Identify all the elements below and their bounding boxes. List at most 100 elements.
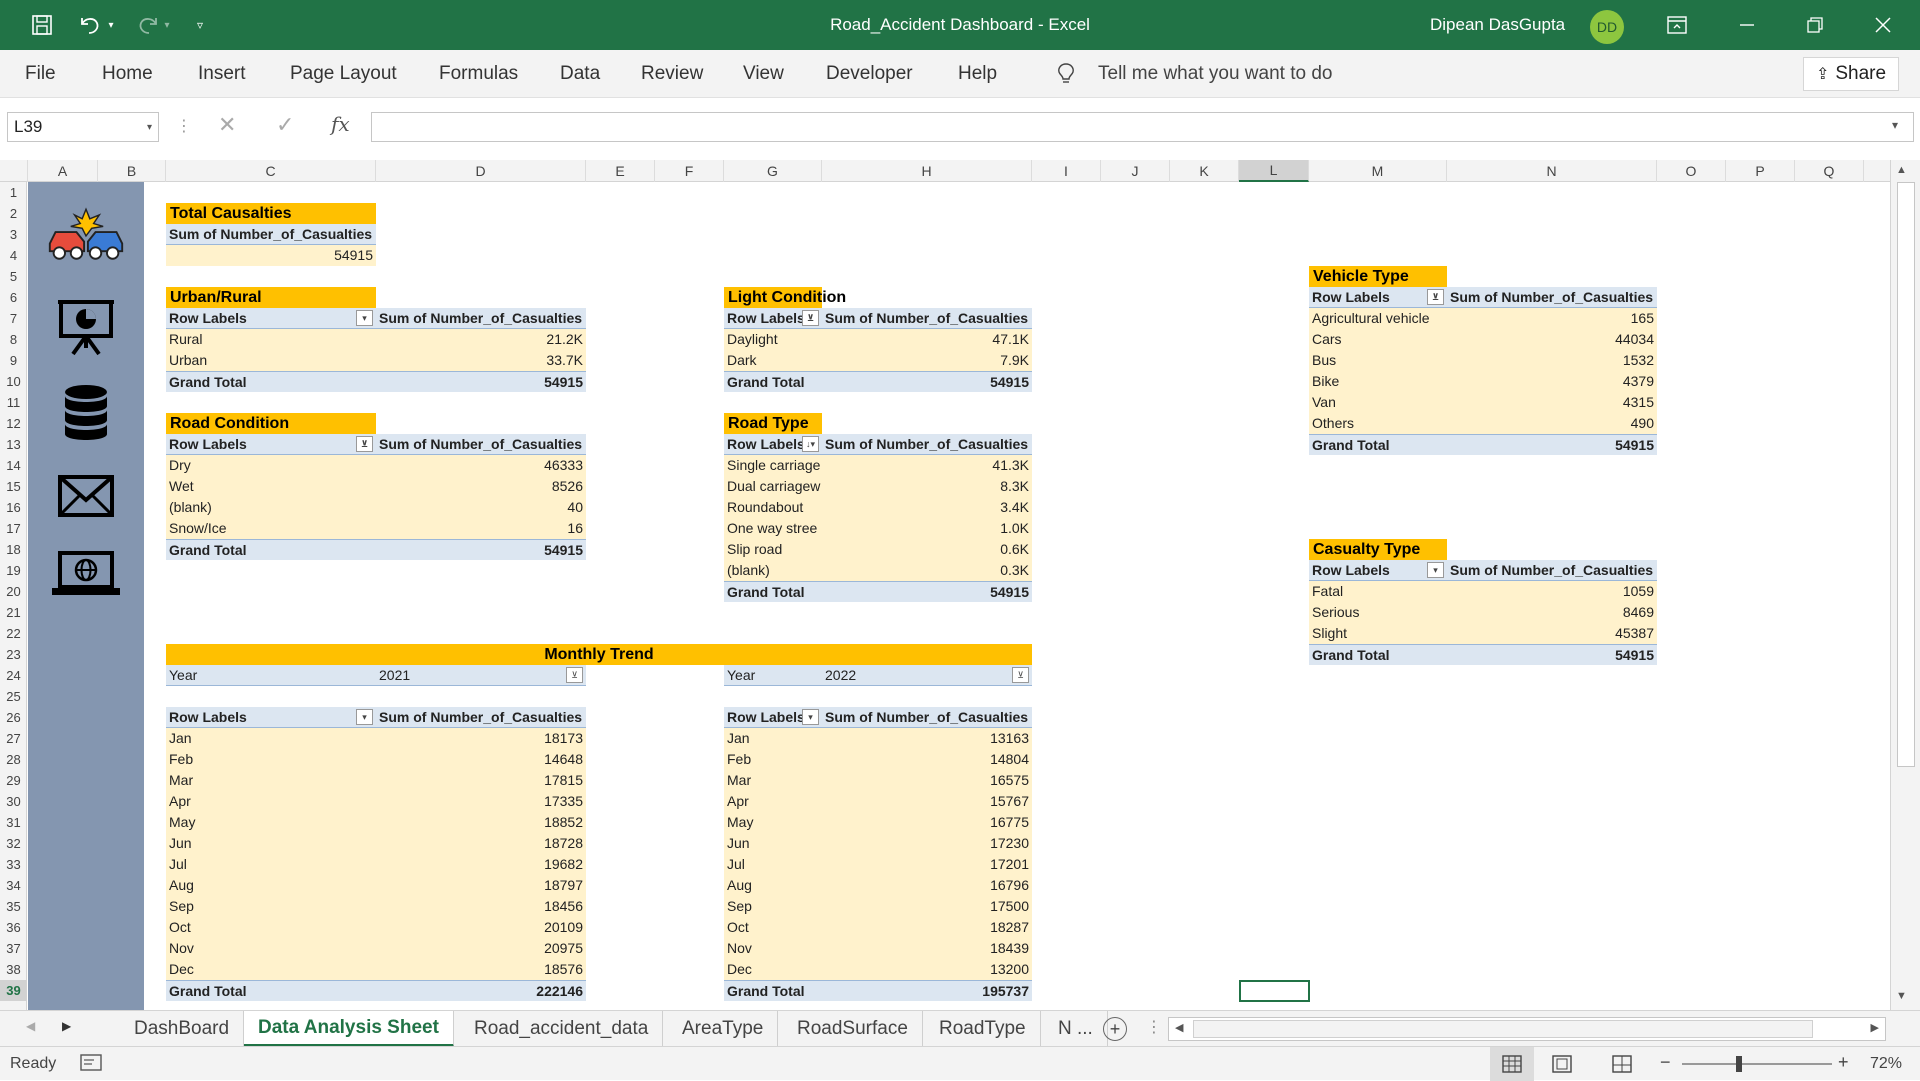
tab-data[interactable]: Data: [560, 50, 600, 98]
selected-cell[interactable]: [1239, 980, 1310, 1002]
column-header[interactable]: O: [1657, 160, 1726, 182]
row-header[interactable]: 35: [0, 896, 27, 917]
column-header[interactable]: P: [1726, 160, 1795, 182]
year-filter-2021[interactable]: Year 2021 ⊻: [166, 665, 586, 686]
zoom-slider[interactable]: [1682, 1056, 1832, 1072]
column-header[interactable]: L: [1239, 160, 1309, 182]
row-header[interactable]: 20: [0, 581, 27, 602]
tab-formulas[interactable]: Formulas: [439, 50, 518, 98]
chevron-down-icon[interactable]: ▾: [147, 122, 152, 133]
row-header[interactable]: 25: [0, 686, 27, 707]
row-header[interactable]: 38: [0, 959, 27, 980]
row-header[interactable]: 31: [0, 812, 27, 833]
mail-icon[interactable]: [46, 464, 126, 528]
tab-developer[interactable]: Developer: [826, 50, 913, 98]
row-header[interactable]: 14: [0, 455, 27, 476]
sheet-tab-areatype[interactable]: AreaType: [668, 1011, 779, 1047]
undo-dropdown-icon[interactable]: ▾: [104, 0, 118, 50]
column-header[interactable]: J: [1101, 160, 1170, 182]
row-header[interactable]: 12: [0, 413, 27, 434]
horizontal-scrollbar[interactable]: ◀ ▶: [1168, 1017, 1886, 1041]
row-header[interactable]: 27: [0, 728, 27, 749]
laptop-globe-icon[interactable]: [46, 542, 126, 606]
customize-quick-access-icon[interactable]: ▿: [188, 0, 212, 50]
column-header[interactable]: A: [28, 160, 98, 182]
filter-dropdown-icon[interactable]: ▾: [356, 310, 373, 326]
sheet-tab-road-accident-data[interactable]: Road_accident_data: [460, 1011, 664, 1047]
sheet-tab-roadsurface[interactable]: RoadSurface: [783, 1011, 923, 1047]
row-header[interactable]: 34: [0, 875, 27, 896]
add-sheet-icon[interactable]: +: [1103, 1017, 1127, 1041]
row-header[interactable]: 4: [0, 245, 27, 266]
sort-dropdown-icon[interactable]: ↓▾: [802, 436, 819, 452]
row-header[interactable]: 5: [0, 266, 27, 287]
column-header[interactable]: C: [166, 160, 376, 182]
share-button[interactable]: ⇪ Share: [1803, 57, 1899, 91]
row-header[interactable]: 9: [0, 350, 27, 371]
column-header[interactable]: Q: [1795, 160, 1864, 182]
tab-home[interactable]: Home: [102, 50, 153, 98]
minimize-icon[interactable]: [1724, 0, 1770, 50]
restore-icon[interactable]: [1792, 0, 1838, 50]
scroll-down-icon[interactable]: ▼: [1896, 990, 1907, 1002]
row-header[interactable]: 6: [0, 287, 27, 308]
row-header[interactable]: 1: [0, 182, 27, 203]
filter-dropdown-icon[interactable]: ▾: [356, 709, 373, 725]
sheet-tab-more[interactable]: N ...: [1044, 1011, 1108, 1047]
filter-icon[interactable]: ⊻: [566, 667, 583, 683]
row-header[interactable]: 37: [0, 938, 27, 959]
cancel-icon[interactable]: ✕: [218, 112, 236, 138]
filter-icon[interactable]: ⊻: [356, 436, 373, 452]
row-header[interactable]: 19: [0, 560, 27, 581]
row-header[interactable]: 28: [0, 749, 27, 770]
scroll-right-icon[interactable]: ▶: [1871, 1021, 1879, 1034]
column-header[interactable]: N: [1447, 160, 1657, 182]
row-header[interactable]: 15: [0, 476, 27, 497]
column-header[interactable]: M: [1309, 160, 1447, 182]
row-header[interactable]: 3: [0, 224, 27, 245]
insert-function-icon[interactable]: fx: [331, 112, 350, 136]
car-crash-icon[interactable]: [46, 202, 126, 266]
formula-input[interactable]: [371, 112, 1914, 142]
row-header[interactable]: 39: [0, 980, 27, 1001]
redo-dropdown-icon[interactable]: ▾: [160, 0, 174, 50]
row-header[interactable]: 24: [0, 665, 27, 686]
column-header[interactable]: E: [586, 160, 655, 182]
scroll-left-icon[interactable]: ◀: [1175, 1021, 1183, 1034]
zoom-level[interactable]: 72%: [1870, 1055, 1902, 1073]
sheet-tab-dashboard[interactable]: DashBoard: [120, 1011, 245, 1047]
tab-review[interactable]: Review: [641, 50, 703, 98]
more-options-icon[interactable]: ⋮: [176, 116, 192, 136]
tab-file[interactable]: File: [25, 50, 56, 98]
sheet-tab-roadtype[interactable]: RoadType: [925, 1011, 1041, 1047]
scroll-up-icon[interactable]: ▲: [1896, 164, 1907, 176]
light-condition-pivot[interactable]: Light Condition Row Labels ⊻ Sum of Numbe…: [724, 287, 1032, 392]
monthly-2021-pivot[interactable]: Row Labels ▾ Sum of Number_of_Casualties …: [166, 707, 586, 1001]
row-header[interactable]: 29: [0, 770, 27, 791]
road-condition-pivot[interactable]: Road Condition Row Labels ⊻ Sum of Number…: [166, 413, 586, 560]
tab-page-layout[interactable]: Page Layout: [290, 50, 397, 98]
row-header[interactable]: 10: [0, 371, 27, 392]
tell-me-search[interactable]: Tell me what you want to do: [1098, 50, 1332, 98]
worksheet-grid[interactable]: Total Causalties Sum of Number_of_Casual…: [28, 182, 1890, 1010]
ribbon-display-options-icon[interactable]: [1655, 0, 1699, 50]
zoom-in-icon[interactable]: +: [1838, 1052, 1849, 1073]
scroll-thumb[interactable]: [1897, 182, 1915, 767]
row-header[interactable]: 13: [0, 434, 27, 455]
normal-view-icon[interactable]: [1490, 1047, 1534, 1081]
filter-dropdown-icon[interactable]: ▾: [802, 709, 819, 725]
casualty-type-pivot[interactable]: Casualty Type Row Labels ▾ Sum of Number_…: [1309, 539, 1657, 665]
filter-icon[interactable]: ⊻: [802, 310, 819, 326]
road-type-pivot[interactable]: Road Type Row Labels ↓▾ Sum of Number_of_…: [724, 413, 1032, 602]
vertical-scrollbar[interactable]: ▲ ▼: [1890, 160, 1920, 1010]
row-header[interactable]: 22: [0, 623, 27, 644]
column-header[interactable]: G: [724, 160, 822, 182]
row-header[interactable]: 7: [0, 308, 27, 329]
expand-formula-icon[interactable]: ▾: [1892, 118, 1898, 132]
user-name[interactable]: Dipean DasGupta: [1430, 0, 1565, 50]
select-all-corner[interactable]: [0, 160, 28, 182]
column-header[interactable]: K: [1170, 160, 1239, 182]
row-header[interactable]: 32: [0, 833, 27, 854]
row-header[interactable]: 26: [0, 707, 27, 728]
row-header[interactable]: 36: [0, 917, 27, 938]
